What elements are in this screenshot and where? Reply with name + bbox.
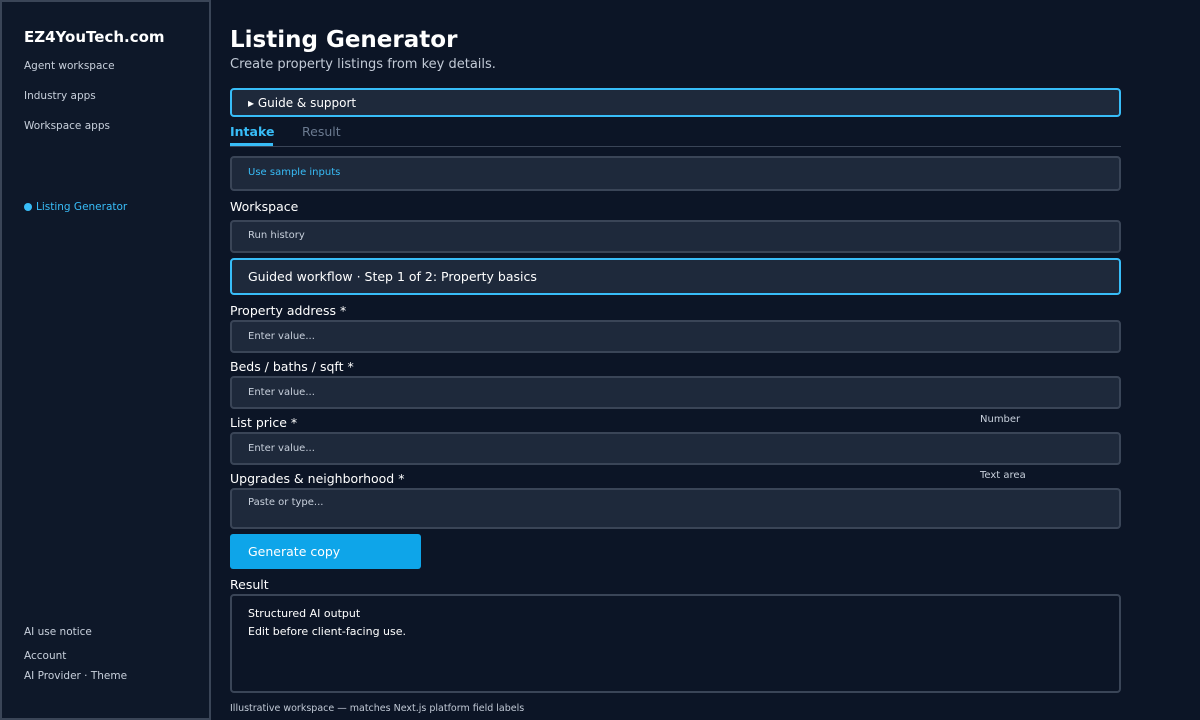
upgrades-type-hint: Text area [980, 470, 1026, 481]
result-output[interactable]: Structured AI output Edit before client-… [230, 594, 1121, 693]
result-line-1: Structured AI output [248, 607, 361, 620]
list-price-label: List price * [230, 415, 298, 430]
property-address-label: Property address * [230, 303, 347, 318]
upgrades-neighborhood-textarea[interactable] [248, 497, 1109, 527]
result-line-2: Edit before client-facing use. [248, 625, 407, 638]
brand-logo[interactable]: EZ4YouTech.com [24, 28, 165, 46]
sidebar-item-workspace-apps[interactable]: Workspace apps [24, 120, 110, 132]
tab-intake[interactable]: Intake [230, 124, 274, 139]
page-title: Listing Generator [230, 27, 458, 53]
sample-inputs-label: Use sample inputs [248, 167, 341, 178]
beds-baths-sqft-field [230, 376, 1121, 409]
upgrades-neighborhood-label: Upgrades & neighborhood * [230, 471, 405, 486]
tab-result[interactable]: Result [302, 124, 341, 139]
list-price-field [230, 432, 1121, 465]
tab-divider [230, 146, 1121, 147]
sidebar-item-account[interactable]: Account [24, 650, 66, 662]
page-subtitle: Create property listings from key detail… [230, 57, 496, 72]
result-label: Result [230, 577, 269, 592]
guide-support-label: ▸ Guide & support [248, 96, 357, 110]
property-address-field [230, 320, 1121, 353]
list-price-type-hint: Number [980, 414, 1021, 425]
sidebar: EZ4YouTech.com Agent workspace Industry … [0, 0, 211, 720]
list-price-input[interactable] [248, 434, 1109, 463]
active-dot-icon [24, 203, 32, 211]
run-history-button[interactable]: Run history [230, 220, 1121, 253]
workspace-label: Workspace [230, 199, 299, 214]
use-sample-inputs-button[interactable]: Use sample inputs [230, 156, 1121, 191]
generate-copy-button[interactable]: Generate copy [230, 534, 421, 569]
sidebar-item-label: Listing Generator [36, 201, 128, 213]
sidebar-item-agent-workspace[interactable]: Agent workspace [24, 60, 115, 72]
guide-support-toggle[interactable]: ▸ Guide & support [230, 88, 1121, 117]
run-history-label: Run history [248, 230, 305, 241]
footer-note: Illustrative workspace — matches Next.js… [230, 703, 525, 714]
guided-workflow-step: Guided workflow · Step 1 of 2: Property … [230, 258, 1121, 295]
sidebar-item-industry-apps[interactable]: Industry apps [24, 90, 96, 102]
sidebar-item-provider-theme[interactable]: AI Provider · Theme [24, 670, 127, 682]
sidebar-item-ai-use-notice[interactable]: AI use notice [24, 626, 92, 638]
property-address-input[interactable] [248, 322, 1109, 351]
sidebar-item-listing-generator[interactable]: Listing Generator [24, 201, 127, 213]
beds-baths-sqft-label: Beds / baths / sqft * [230, 359, 354, 374]
beds-baths-sqft-input[interactable] [248, 378, 1109, 407]
workflow-step-label: Guided workflow · Step 1 of 2: Property … [248, 269, 537, 284]
upgrades-neighborhood-field [230, 488, 1121, 529]
